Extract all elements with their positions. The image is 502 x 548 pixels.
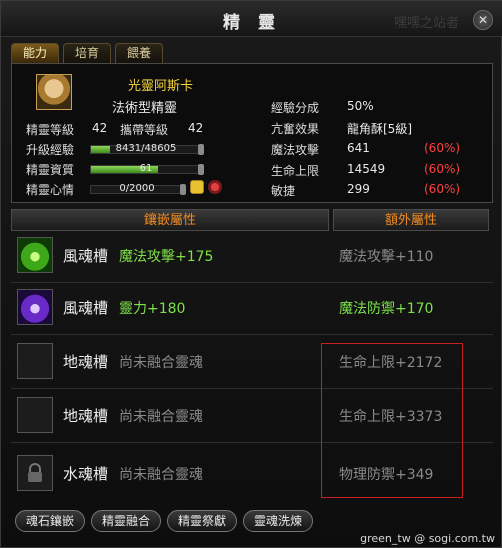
slot-extra: 魔法攻擊+110 xyxy=(339,249,434,265)
soulstone-inlay-button[interactable]: 魂石鑲嵌 xyxy=(15,510,86,532)
tab-nurture[interactable]: 培育 xyxy=(63,43,111,63)
spirit-info-panel: 光靈阿斯卡 法術型精靈 精靈等級 42 攜帶等級 42 升級經驗 8431/48… xyxy=(11,63,493,203)
slot-attr: 尚未融合靈魂 xyxy=(119,409,203,425)
stat-bonus-magic-attack: (60%) xyxy=(424,141,461,155)
empty-slot-icon[interactable] xyxy=(17,343,53,379)
title-bar[interactable]: 精 靈 嘿嘿之站者 ✕ xyxy=(1,1,502,37)
tab-ability[interactable]: 能力 xyxy=(11,43,59,63)
aptitude-bar: 61 xyxy=(90,163,204,175)
highlight-box xyxy=(321,343,463,498)
attribute-header: 鑲嵌屬性 額外屬性 xyxy=(11,209,493,231)
stat-label-magic-attack: 魔法攻擊 xyxy=(271,143,320,157)
exp-bar: 8431/48605 xyxy=(90,143,204,155)
stat-label-excite: 亢奮效果 xyxy=(271,122,320,136)
stat-bonus-hp: (60%) xyxy=(424,162,461,176)
slot-attr: 魔法攻擊+175 xyxy=(119,249,214,265)
tab-feed[interactable]: 餵養 xyxy=(115,43,163,63)
soul-refine-button[interactable]: 靈魂洗煉 xyxy=(243,510,314,532)
slot-extra: 魔法防禦+170 xyxy=(339,301,434,317)
soul-slot[interactable]: 風魂槽 靈力+180 魔法防禦+170 xyxy=(11,283,493,335)
carry-value: 42 xyxy=(188,121,204,135)
stat-value-exp-share: 50% xyxy=(347,99,374,113)
exp-text: 8431/48605 xyxy=(115,143,177,154)
level-label: 精靈等級 xyxy=(26,123,75,137)
carry-label: 攜帶等級 xyxy=(120,123,169,137)
slot-name: 風魂槽 xyxy=(63,299,109,317)
slot-name: 水魂槽 xyxy=(63,465,109,483)
close-icon[interactable]: ✕ xyxy=(473,10,493,30)
stat-value-agility: 299 xyxy=(347,182,370,196)
mood-face-icon[interactable] xyxy=(190,180,204,194)
spirit-name: 光靈阿斯卡 xyxy=(128,79,194,94)
spirit-portrait xyxy=(36,74,72,110)
slot-name: 地魂槽 xyxy=(63,407,109,425)
mood-label: 精靈心情 xyxy=(26,183,75,197)
tab-bar: 能力 培育 餵養 xyxy=(11,43,163,63)
stat-bonus-agility: (60%) xyxy=(424,182,461,196)
mood-text: 0/2000 xyxy=(119,183,155,194)
slot-attr: 尚未融合靈魂 xyxy=(119,355,203,371)
feed-food-icon[interactable] xyxy=(208,180,222,194)
extra-attr-header: 額外屬性 xyxy=(333,209,489,231)
inlay-attr-header: 鑲嵌屬性 xyxy=(11,209,329,231)
slot-name: 風魂槽 xyxy=(63,247,109,265)
spirit-sacrifice-button[interactable]: 精靈祭獻 xyxy=(167,510,238,532)
exp-label: 升級經驗 xyxy=(26,143,75,157)
watermark: green_tw @ sogi.com.tw xyxy=(360,532,495,545)
spirit-type: 法術型精靈 xyxy=(112,101,178,116)
stat-value-excite: 龍角酥[5級] xyxy=(347,122,412,136)
slot-name: 地魂槽 xyxy=(63,353,109,371)
stat-value-magic-attack: 641 xyxy=(347,141,370,155)
stat-label-agility: 敏捷 xyxy=(271,184,296,198)
stat-label-hp: 生命上限 xyxy=(271,164,320,178)
slot-attr: 尚未融合靈魂 xyxy=(119,467,203,483)
stat-label-exp-share: 經驗分成 xyxy=(271,101,320,115)
aptitude-text: 61 xyxy=(139,163,153,174)
ghost-text: 嘿嘿之站者 xyxy=(393,16,459,31)
wind-soul-icon[interactable] xyxy=(17,237,53,273)
empty-slot-icon[interactable] xyxy=(17,397,53,433)
soul-slot[interactable]: 風魂槽 魔法攻擊+175 魔法攻擊+110 xyxy=(11,231,493,283)
lock-icon[interactable] xyxy=(17,455,53,491)
slot-attr: 靈力+180 xyxy=(119,301,186,317)
aptitude-label: 精靈資質 xyxy=(26,163,75,177)
spirit-fusion-button[interactable]: 精靈融合 xyxy=(91,510,162,532)
stat-value-hp: 14549 xyxy=(347,162,386,176)
wind-soul-purple-icon[interactable] xyxy=(17,289,53,325)
mood-bar: 0/2000 xyxy=(90,183,186,195)
spirit-window: 精 靈 嘿嘿之站者 ✕ 能力 培育 餵養 光靈阿斯卡 法術型精靈 精靈等級 42… xyxy=(0,0,502,548)
level-value: 42 xyxy=(92,121,108,135)
action-bar: 魂石鑲嵌 精靈融合 精靈祭獻 靈魂洗煉 xyxy=(15,510,314,532)
